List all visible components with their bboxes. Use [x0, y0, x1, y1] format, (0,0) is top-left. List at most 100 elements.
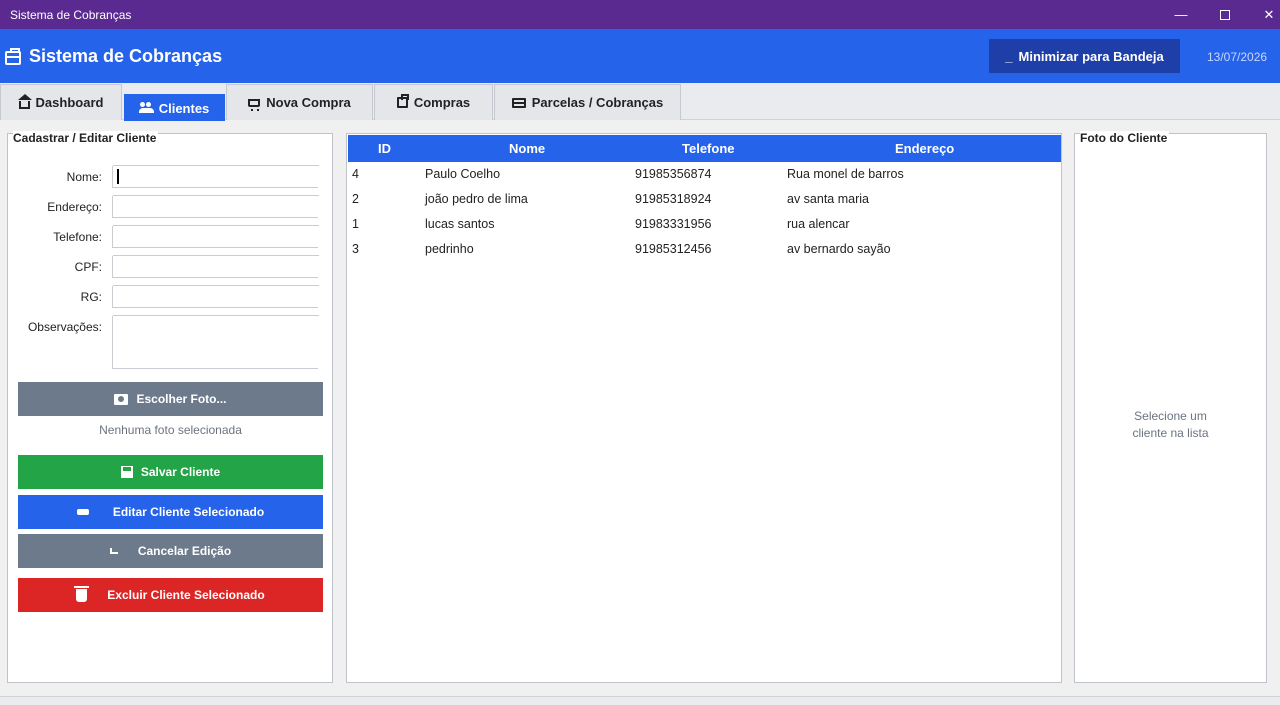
table-row[interactable]: 1 lucas santos 91983331956 rua alencar [348, 212, 1061, 237]
app-title: Sistema de Cobranças [29, 46, 223, 66]
button-label: Editar Cliente Selecionado [112, 505, 265, 519]
window-titlebar: Sistema de Cobranças — ✕ [0, 0, 1280, 29]
cell-id: 3 [352, 242, 359, 256]
field-label: Nome: [66, 170, 102, 184]
tab-label: Compras [413, 95, 471, 110]
current-date: 13/07/2026 [1207, 50, 1268, 64]
button-label: Escolher Foto... [136, 392, 227, 406]
field-label: CPF: [74, 260, 102, 274]
field-label: Observações: [27, 320, 102, 334]
status-bar [0, 696, 1280, 705]
briefcase-icon [5, 48, 21, 65]
cell-endereco: av bernardo sayão [787, 242, 891, 256]
button-label: Salvar Cliente [140, 465, 221, 479]
tab-label: Parcelas / Cobranças [531, 95, 664, 110]
nome-input[interactable] [112, 165, 319, 188]
form-row-endereco: Endereço: [8, 195, 334, 218]
field-label: Telefone: [53, 230, 102, 244]
window-title: Sistema de Cobranças [10, 8, 132, 22]
form-title: Cadastrar / Editar Cliente [13, 131, 159, 145]
photo-area: Selecione um cliente na lista [1075, 142, 1266, 682]
table-row[interactable]: 2 joão pedro de lima 91985318924 av sant… [348, 187, 1061, 212]
users-icon [138, 102, 154, 114]
button-label: Cancelar Edição [137, 544, 232, 558]
maximize-icon [1220, 9, 1230, 20]
camera-icon [114, 393, 129, 405]
column-header-endereco[interactable]: Endereço [895, 141, 954, 156]
cell-endereco: Rua monel de barros [787, 167, 904, 181]
client-form-panel: Cadastrar / Editar Cliente Nome: Endereç… [7, 131, 334, 683]
tab-parcelas-cobrancas[interactable]: Parcelas / Cobranças [494, 84, 681, 120]
form-row-telefone: Telefone: [8, 225, 334, 248]
cell-nome: joão pedro de lima [425, 192, 528, 206]
photo-hint-line: cliente na lista [1132, 426, 1209, 440]
column-header-telefone[interactable]: Telefone [682, 141, 735, 156]
card-icon [511, 97, 526, 108]
field-label: Endereço: [47, 200, 102, 214]
form-row-cpf: CPF: [8, 255, 334, 278]
window-maximize-button[interactable] [1202, 0, 1248, 29]
cell-telefone: 91985318924 [635, 192, 712, 206]
tab-nova-compra[interactable]: Nova Compra [226, 84, 373, 120]
app-header: Sistema de Cobranças _ Minimizar para Ba… [0, 29, 1280, 83]
text-caret [117, 169, 119, 184]
cancel-edit-button[interactable]: Cancelar Edição [18, 534, 323, 568]
floppy-icon [120, 466, 133, 478]
form-row-nome: Nome: [8, 165, 334, 188]
tab-label: Dashboard [35, 95, 104, 110]
undo-icon [109, 548, 118, 554]
tab-label: Clientes [158, 100, 210, 116]
minimize-to-tray-button[interactable]: _ Minimizar para Bandeja [989, 39, 1180, 73]
minimize-icon: — [1174, 7, 1188, 22]
column-header-id[interactable]: ID [378, 141, 391, 156]
photo-hint: Selecione um cliente na lista [1075, 408, 1266, 442]
photo-hint-line: Selecione um [1134, 409, 1207, 423]
form-row-observacoes: Observações: [8, 315, 334, 369]
button-label: Excluir Cliente Selecionado [107, 588, 265, 602]
cell-telefone: 91985356874 [635, 167, 712, 181]
tab-clientes[interactable]: Clientes [124, 94, 225, 121]
table-row[interactable]: 3 pedrinho 91985312456 av bernardo sayão [348, 237, 1061, 262]
choose-photo-button[interactable]: Escolher Foto... [18, 382, 323, 416]
rg-input[interactable] [112, 285, 319, 308]
tab-bar: Dashboard Clientes Nova Compra Compras P… [0, 83, 1280, 121]
cell-id: 2 [352, 192, 359, 206]
bag-icon [396, 94, 409, 108]
client-photo-panel: Foto do Cliente Selecione um cliente na … [1074, 131, 1267, 683]
no-photo-label: Nenhuma foto selecionada [99, 423, 242, 437]
endereco-input[interactable] [112, 195, 319, 218]
clients-table: ID Nome Telefone Endereço 4 Paulo Coelho… [346, 133, 1062, 683]
observacoes-textarea[interactable] [112, 315, 319, 369]
cpf-input[interactable] [112, 255, 319, 278]
cell-id: 1 [352, 217, 359, 231]
close-icon: ✕ [1263, 6, 1275, 22]
table-header: ID Nome Telefone Endereço [348, 135, 1061, 162]
cell-nome: Paulo Coelho [425, 167, 501, 181]
cell-telefone: 91985312456 [635, 242, 712, 256]
tab-dashboard[interactable]: Dashboard [0, 84, 122, 120]
cell-endereco: rua alencar [787, 217, 850, 231]
cell-telefone: 91983331956 [635, 217, 712, 231]
delete-client-button[interactable]: Excluir Cliente Selecionado [18, 578, 323, 612]
trash-icon [74, 585, 90, 602]
window-close-button[interactable]: ✕ [1246, 0, 1280, 29]
cell-id: 4 [352, 167, 359, 181]
table-row[interactable]: 4 Paulo Coelho 91985356874 Rua monel de … [348, 162, 1061, 187]
cell-endereco: av santa maria [787, 192, 869, 206]
form-row-rg: RG: [8, 285, 334, 308]
cart-icon [248, 98, 261, 111]
window-minimize-button[interactable]: — [1158, 0, 1204, 29]
house-icon [17, 93, 32, 109]
tray-icon: _ [1005, 48, 1013, 64]
telefone-input[interactable] [112, 225, 319, 248]
tray-button-label: Minimizar para Bandeja [1018, 48, 1164, 64]
cell-nome: lucas santos [425, 217, 495, 231]
cell-nome: pedrinho [425, 242, 474, 256]
edit-client-button[interactable]: Editar Cliente Selecionado [18, 495, 323, 529]
save-client-button[interactable]: Salvar Cliente [18, 455, 323, 489]
tab-compras[interactable]: Compras [374, 84, 493, 120]
pencil-icon [76, 509, 89, 515]
tab-label: Nova Compra [266, 95, 351, 110]
column-header-nome[interactable]: Nome [509, 141, 545, 156]
field-label: RG: [80, 290, 102, 304]
